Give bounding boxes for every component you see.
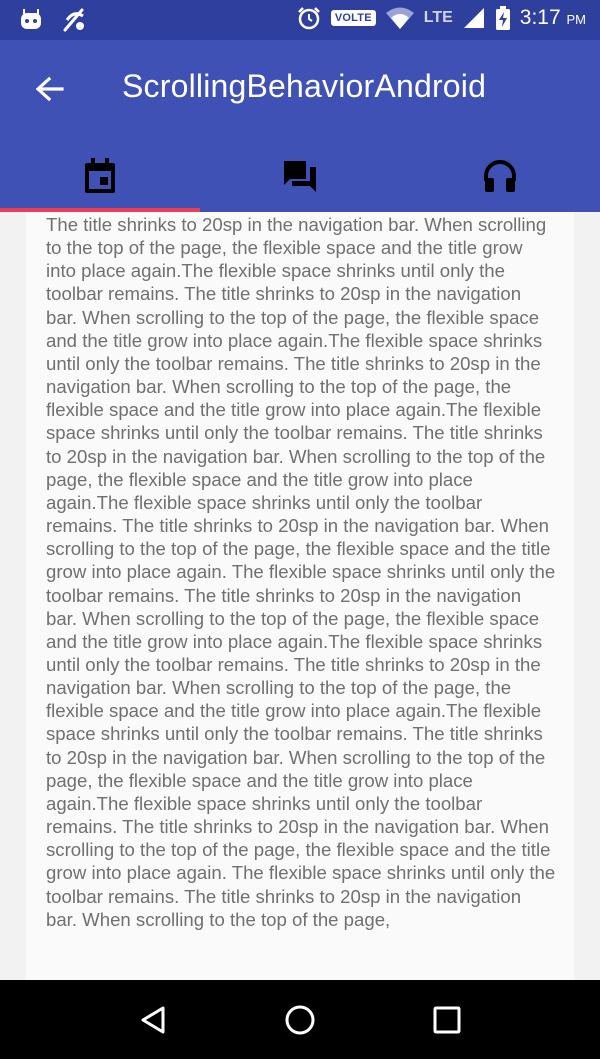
headphones-icon [484, 160, 516, 192]
status-bar: VOLTE LTE 3:17 PM [0, 0, 600, 40]
nav-back-button[interactable] [123, 990, 183, 1050]
tab-calendar[interactable] [0, 140, 200, 212]
forum-icon [284, 161, 316, 192]
status-notifications [18, 6, 88, 34]
nav-recents-button[interactable] [417, 990, 477, 1050]
app-title: ScrollingBehaviorAndroid [122, 68, 487, 104]
nav-home-button[interactable] [270, 990, 330, 1050]
no-sim-icon [63, 8, 84, 32]
signal-icon [463, 8, 484, 28]
back-triangle-icon [141, 1006, 165, 1033]
back-button[interactable] [30, 70, 70, 110]
status-system: VOLTE LTE 3:17 PM [296, 5, 586, 31]
network-type-label: LTE [423, 9, 453, 26]
tab-headphones[interactable] [400, 140, 600, 212]
system-nav-bar [0, 980, 600, 1059]
app-bar: ScrollingBehaviorAndroid [0, 40, 600, 212]
tab-bar [0, 140, 600, 212]
alarm-icon [298, 7, 320, 30]
home-circle-icon [285, 1005, 315, 1034]
body-text: The title shrinks to 20sp in the navigat… [46, 214, 556, 930]
content-card[interactable]: The title shrinks to 20sp in the navigat… [26, 212, 574, 980]
android-notification-icon [21, 9, 41, 29]
arrow-back-icon [35, 76, 64, 102]
volte-badge: VOLTE [330, 10, 376, 26]
battery-charging-icon [495, 6, 510, 30]
status-clock: 3:17 PM [519, 6, 586, 29]
recents-square-icon [433, 1006, 461, 1033]
wifi-icon [385, 7, 414, 29]
tab-forum[interactable] [200, 140, 400, 212]
calendar-icon [85, 158, 115, 193]
